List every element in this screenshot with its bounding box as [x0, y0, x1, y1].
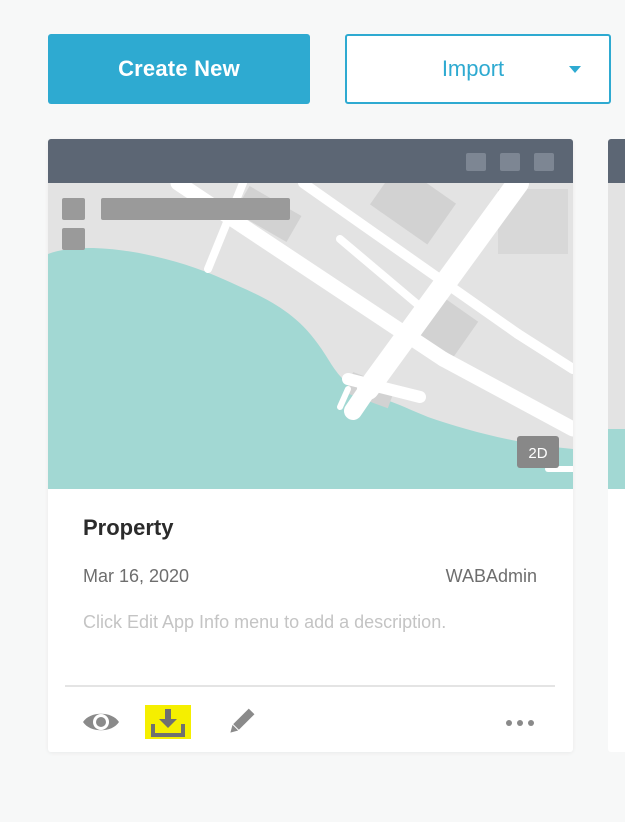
thumbnail-header: [608, 139, 625, 183]
next-app-card[interactable]: [608, 139, 625, 752]
download-icon[interactable]: [145, 705, 191, 739]
more-icon[interactable]: [503, 713, 537, 733]
window-button-icon: [534, 153, 554, 171]
thumbnail-water: [608, 429, 625, 489]
create-new-button[interactable]: Create New: [48, 34, 310, 104]
card-owner: WABAdmin: [445, 566, 537, 586]
zoom-in-icon: [62, 198, 85, 220]
pencil-icon[interactable]: [225, 707, 257, 737]
zoom-out-icon: [62, 228, 85, 250]
card-date: Mar 16, 2020: [83, 566, 190, 586]
caret-down-icon: [569, 66, 581, 73]
card-divider: [65, 685, 555, 687]
app-thumbnail[interactable]: 2D: [48, 139, 573, 489]
eye-icon[interactable]: [81, 707, 121, 737]
view-mode-label: 2D: [528, 445, 547, 462]
search-bar-placeholder: [101, 198, 290, 220]
import-dropdown-button[interactable]: Import: [345, 34, 611, 104]
window-button-icon: [466, 153, 486, 171]
import-label: Import: [441, 56, 505, 81]
app-card[interactable]: 2D Property Mar 16, 2020 WABAdmin Click …: [48, 139, 573, 752]
card-description: Click Edit App Info menu to add a descri…: [83, 612, 447, 632]
card-title: Property: [83, 515, 174, 540]
window-button-icon: [500, 153, 520, 171]
